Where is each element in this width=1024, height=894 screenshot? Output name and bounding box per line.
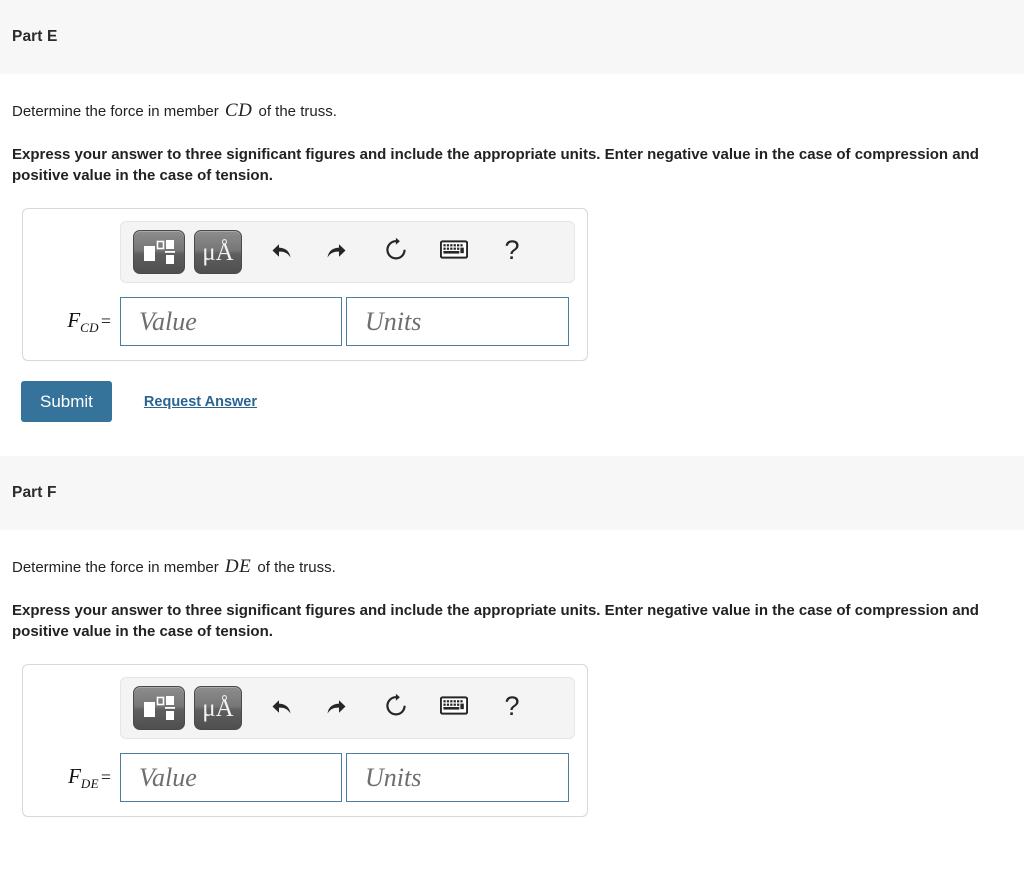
- math-toolbar-f: μÅ ?: [120, 677, 575, 740]
- question-mark-icon: ?: [504, 235, 520, 266]
- question-mark-icon: ?: [504, 691, 520, 722]
- reset-circular-arrow-icon: [383, 693, 409, 724]
- problem-page: Part E Determine the force in member CD …: [0, 0, 1024, 894]
- actions-row-e: Submit Request Answer: [21, 381, 1014, 423]
- force-symbol-f: F: [68, 763, 81, 788]
- undo-button-e[interactable]: [251, 230, 309, 274]
- answer-input-row-f: FDE =: [35, 753, 575, 803]
- micro-angstrom-icon: μÅ: [202, 238, 234, 266]
- force-subscript-f: DE: [80, 776, 99, 792]
- answer-input-row-e: FCD =: [35, 297, 575, 347]
- redo-button-e[interactable]: [309, 230, 367, 274]
- math-toolbar-e: μÅ ?: [120, 221, 575, 284]
- units-picker-button-f[interactable]: μÅ: [194, 686, 242, 731]
- keyboard-button-f[interactable]: [425, 686, 483, 730]
- redo-arrow-icon: [325, 694, 351, 723]
- math-template-icon: [143, 239, 175, 265]
- micro-angstrom-icon: μÅ: [202, 694, 234, 722]
- part-body-e: Determine the force in member CD of the …: [0, 98, 1024, 456]
- part-title-f: Part F: [12, 484, 57, 502]
- keyboard-button-e[interactable]: [425, 230, 483, 274]
- part-header-e: Part E: [0, 0, 1024, 74]
- reset-button-e[interactable]: [367, 230, 425, 274]
- units-picker-button-e[interactable]: μÅ: [194, 230, 242, 275]
- template-picker-button-f[interactable]: [133, 686, 185, 731]
- prompt-member-e: CD: [224, 100, 253, 121]
- part-body-f: Determine the force in member DE of the …: [0, 554, 1024, 818]
- math-template-icon: [143, 695, 175, 721]
- answer-label-e: FCD =: [35, 308, 120, 336]
- question-prompt-f: Determine the force in member DE of the …: [12, 554, 1014, 580]
- force-symbol-e: F: [67, 307, 81, 332]
- answer-box-f: μÅ ? FDE = Value Units: [22, 664, 588, 818]
- force-subscript-e: CD: [80, 319, 99, 335]
- prompt-suffix-f: of the truss.: [253, 559, 336, 577]
- reset-circular-arrow-icon: [383, 237, 409, 268]
- value-input-e[interactable]: [120, 297, 342, 347]
- instruction-text-f: Express your answer to three significant…: [12, 601, 979, 641]
- undo-arrow-icon: [267, 694, 293, 723]
- prompt-suffix-e: of the truss.: [254, 103, 337, 120]
- value-input-f[interactable]: [120, 753, 342, 803]
- units-input-f[interactable]: [346, 753, 569, 803]
- instruction-text-e: Express your answer to three significant…: [12, 145, 979, 184]
- equals-sign-f: =: [100, 766, 111, 787]
- help-button-e[interactable]: ?: [483, 230, 541, 274]
- prompt-member-f: DE: [224, 556, 252, 578]
- template-picker-button-e[interactable]: [133, 230, 185, 275]
- reset-button-f[interactable]: [367, 686, 425, 730]
- redo-button-f[interactable]: [309, 686, 367, 730]
- units-input-e[interactable]: [346, 297, 569, 347]
- answer-box-e: μÅ ? FCD = Value Units: [22, 208, 588, 362]
- submit-button-e[interactable]: Submit: [21, 381, 112, 423]
- question-prompt-e: Determine the force in member CD of the …: [12, 98, 1014, 124]
- part-title-e: Part E: [12, 28, 58, 45]
- prompt-prefix-e: Determine the force in member: [12, 103, 223, 120]
- keyboard-icon: [439, 696, 469, 720]
- help-button-f[interactable]: ?: [483, 686, 541, 730]
- undo-button-f[interactable]: [251, 686, 309, 730]
- answer-label-f: FDE =: [35, 764, 120, 792]
- undo-arrow-icon: [267, 238, 293, 267]
- request-answer-link-e[interactable]: Request Answer: [144, 394, 257, 410]
- prompt-prefix-f: Determine the force in member: [12, 559, 223, 577]
- equals-sign-e: =: [100, 310, 111, 331]
- redo-arrow-icon: [325, 238, 351, 267]
- keyboard-icon: [439, 240, 469, 264]
- part-header-f: Part F: [0, 456, 1024, 531]
